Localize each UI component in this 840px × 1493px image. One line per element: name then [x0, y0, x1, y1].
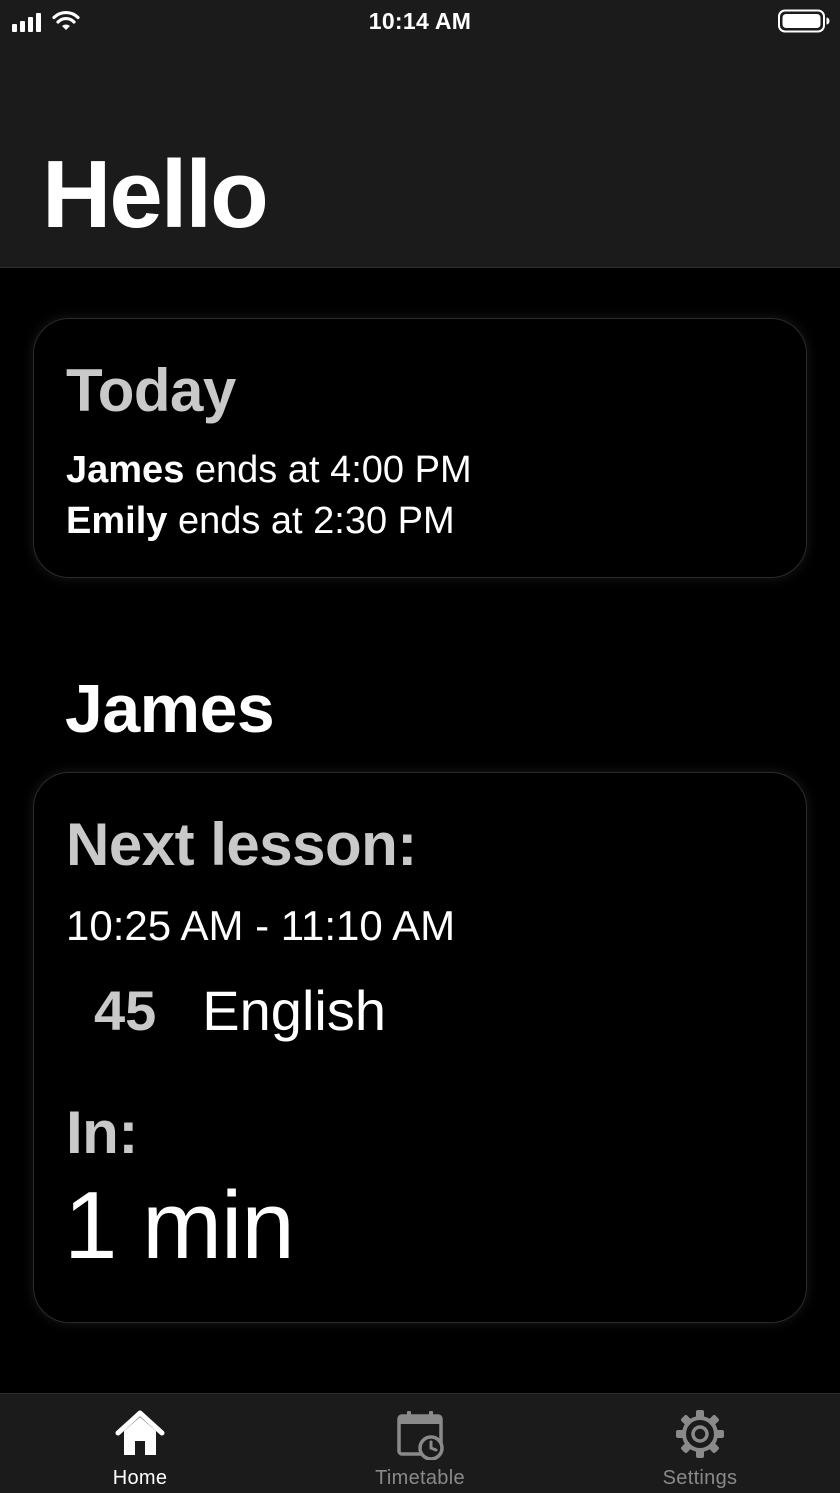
next-lesson-card: Next lesson: 10:25 AM - 11:10 AM 45 Engl…	[33, 772, 807, 1323]
tab-label: Home	[112, 1467, 168, 1489]
tab-label: Settings	[662, 1467, 738, 1489]
home-screen: 10:14 AM Hello Today James ends at 4:00 …	[0, 0, 840, 1493]
tab-settings[interactable]: Settings	[560, 1394, 840, 1493]
page-title: Hello	[42, 141, 269, 248]
tab-bar: Home Timetable Settings	[0, 1393, 840, 1493]
next-lesson-label: Next lesson:	[66, 811, 417, 878]
today-entry-text: ends at 4:00 PM	[184, 449, 472, 491]
large-title-header: Hello	[0, 42, 840, 268]
student-section-title: James	[65, 671, 275, 747]
today-entry: Emily ends at 2:30 PM	[66, 502, 455, 540]
today-entry-text: ends at 2:30 PM	[167, 500, 455, 542]
lesson-time-range: 10:25 AM - 11:10 AM	[66, 902, 456, 949]
today-entry-name: Emily	[66, 500, 168, 542]
countdown-label: In:	[66, 1099, 138, 1166]
tab-timetable[interactable]: Timetable	[280, 1394, 560, 1493]
today-heading: Today	[66, 357, 236, 424]
status-time: 10:14 AM	[368, 8, 472, 34]
home-icon	[115, 1410, 165, 1455]
lesson-subject: English	[202, 979, 386, 1042]
today-entry-name: James	[66, 449, 185, 491]
gear-icon	[676, 1410, 724, 1458]
calendar-clock-icon	[397, 1411, 444, 1460]
tab-label: Timetable	[375, 1467, 465, 1489]
status-bar: 10:14 AM	[0, 0, 840, 42]
today-entry: James ends at 4:00 PM	[66, 451, 472, 489]
lesson-room-number: 45	[94, 979, 157, 1042]
battery-full-icon	[778, 9, 830, 33]
today-card: Today James ends at 4:00 PM Emily ends a…	[33, 318, 807, 578]
countdown-value: 1 min	[64, 1172, 295, 1279]
tab-home[interactable]: Home	[0, 1394, 280, 1493]
lesson-details: 45 English	[94, 978, 386, 1043]
